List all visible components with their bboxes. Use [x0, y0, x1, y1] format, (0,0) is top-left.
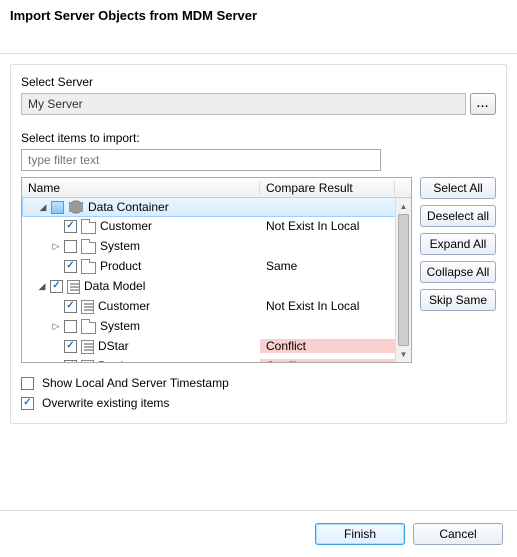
tree-row-label: Customer — [98, 299, 150, 313]
browse-server-button[interactable]: ... — [470, 93, 496, 115]
column-name-header[interactable]: Name — [22, 181, 260, 195]
data-model-icon — [81, 340, 94, 354]
tree-header: Name Compare Result — [22, 178, 411, 198]
tree-row[interactable]: ▷ System — [22, 236, 411, 256]
server-input — [21, 93, 466, 115]
expander-spacer — [50, 340, 62, 352]
row-checkbox[interactable] — [51, 201, 64, 214]
select-server-label: Select Server — [21, 75, 496, 89]
data-model-icon — [81, 360, 94, 362]
select-items-label: Select items to import: — [21, 131, 496, 145]
scroll-up-button[interactable]: ▲ — [396, 198, 411, 214]
show-timestamp-checkbox[interactable] — [21, 377, 34, 390]
cancel-button[interactable]: Cancel — [413, 523, 503, 545]
data-model-icon — [81, 300, 94, 314]
skip-same-button[interactable]: Skip Same — [420, 289, 496, 311]
tree-row[interactable]: ◢ Data Model — [22, 276, 411, 296]
row-checkbox[interactable] — [64, 360, 77, 363]
tree-row-label: Product — [98, 359, 139, 362]
database-icon — [68, 199, 84, 215]
compare-result-cell: Same — [260, 259, 395, 273]
finish-button[interactable]: Finish — [315, 523, 405, 545]
show-timestamp-label: Show Local And Server Timestamp — [42, 376, 229, 390]
expand-all-button[interactable]: Expand All — [420, 233, 496, 255]
compare-result-cell: Conflict — [260, 359, 395, 362]
collapse-all-button[interactable]: Collapse All — [420, 261, 496, 283]
expander-spacer — [50, 360, 62, 362]
tree-scrollbar[interactable]: ▲ ▼ — [395, 198, 411, 362]
select-all-button[interactable]: Select All — [420, 177, 496, 199]
chevron-down-icon[interactable]: ◢ — [37, 201, 49, 213]
folder-icon — [81, 322, 96, 334]
overwrite-label: Overwrite existing items — [42, 396, 169, 410]
expander-spacer — [50, 220, 62, 232]
tree-row-label: Data Container — [88, 200, 169, 214]
dialog-title: Import Server Objects from MDM Server — [0, 0, 517, 54]
expander-spacer — [50, 260, 62, 272]
filter-input[interactable] — [21, 149, 381, 171]
row-checkbox[interactable] — [64, 320, 77, 333]
overwrite-checkbox[interactable] — [21, 397, 34, 410]
data-model-icon — [67, 280, 80, 294]
row-checkbox[interactable] — [64, 240, 77, 253]
tree-row-label: Customer — [100, 219, 152, 233]
scroll-down-button[interactable]: ▼ — [396, 346, 411, 362]
row-checkbox[interactable] — [64, 220, 77, 233]
folder-icon — [81, 242, 96, 254]
row-checkbox[interactable] — [50, 280, 63, 293]
tree-row[interactable]: ◢ Data Container — [22, 198, 411, 217]
tree-row-label: DStar — [98, 339, 129, 353]
main-panel: Select Server ... Select items to import… — [10, 64, 507, 424]
column-compare-header[interactable]: Compare Result — [260, 181, 395, 195]
tree-row-label: Product — [100, 259, 141, 273]
tree-row[interactable]: ▷ System — [22, 316, 411, 336]
tree-row-label: System — [100, 319, 140, 333]
tree-row-label: Data Model — [84, 279, 145, 293]
compare-result-cell: Conflict — [260, 339, 395, 353]
chevron-right-icon[interactable]: ▷ — [50, 240, 62, 252]
row-checkbox[interactable] — [64, 300, 77, 313]
tree-row-label: System — [100, 239, 140, 253]
tree-row[interactable]: Product Same — [22, 256, 411, 276]
folder-icon — [81, 262, 96, 274]
tree-row[interactable]: Customer Not Exist In Local — [22, 216, 411, 236]
compare-result-cell: Not Exist In Local — [260, 299, 395, 313]
dialog-footer: Finish Cancel — [0, 510, 517, 557]
expander-spacer — [50, 300, 62, 312]
tree-body: ◢ Data Container Customer Not Exist In Loca… — [22, 198, 411, 362]
tree-row[interactable]: DStar Conflict — [22, 336, 411, 356]
tree-row[interactable]: Customer Not Exist In Local — [22, 296, 411, 316]
row-checkbox[interactable] — [64, 260, 77, 273]
deselect-all-button[interactable]: Deselect all — [420, 205, 496, 227]
chevron-down-icon[interactable]: ◢ — [36, 280, 48, 292]
row-checkbox[interactable] — [64, 340, 77, 353]
scroll-thumb[interactable] — [398, 214, 409, 346]
tree-table[interactable]: Name Compare Result ◢ Data Container Custo… — [21, 177, 412, 363]
compare-result-cell: Not Exist In Local — [260, 219, 395, 233]
folder-icon — [81, 222, 96, 234]
chevron-right-icon[interactable]: ▷ — [50, 320, 62, 332]
tree-row[interactable]: Product Conflict — [22, 356, 411, 362]
